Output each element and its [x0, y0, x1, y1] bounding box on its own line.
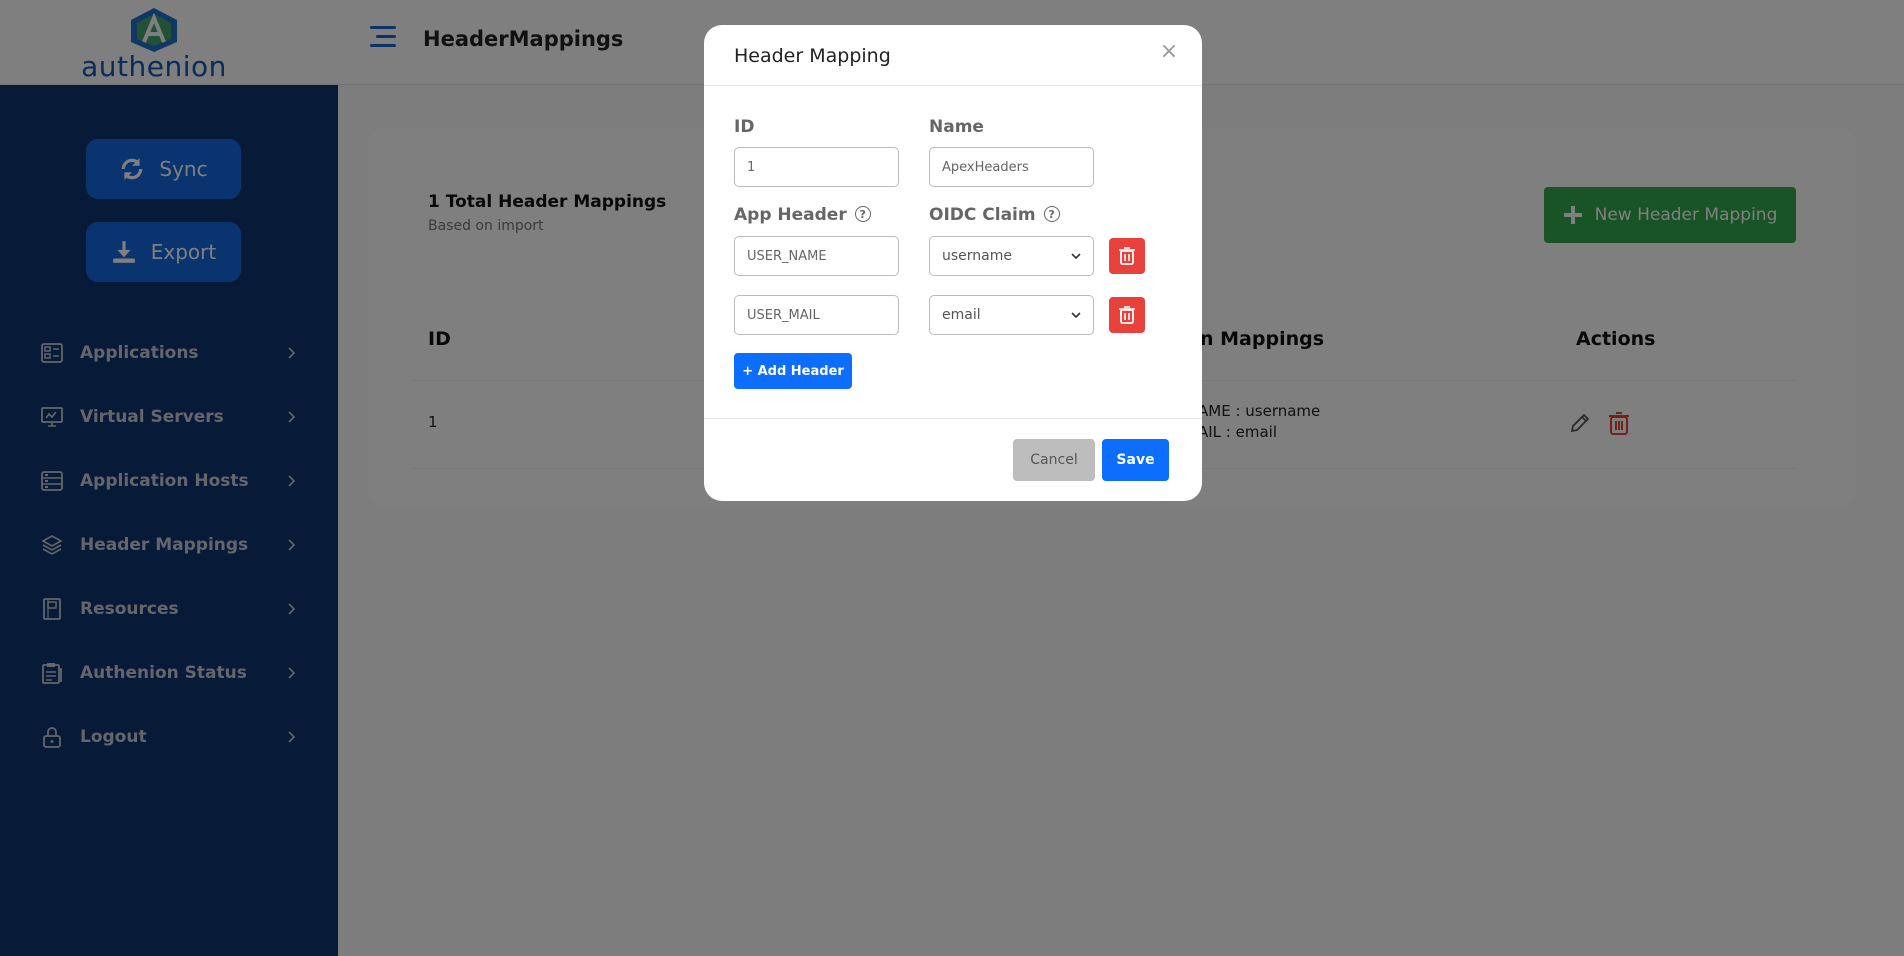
cancel-button[interactable]: Cancel: [1013, 439, 1095, 481]
modal-divider: [704, 418, 1202, 419]
oidc-claim-select[interactable]: email: [929, 295, 1094, 335]
oidc-claim-label: OIDC Claim?: [929, 205, 1060, 225]
add-header-button[interactable]: + Add Header: [734, 353, 852, 389]
oidc-claim-label-text: OIDC Claim: [929, 205, 1036, 225]
app-header-field[interactable]: [734, 295, 899, 335]
id-label: ID: [734, 117, 755, 137]
help-icon[interactable]: ?: [1043, 206, 1060, 222]
app-header-field[interactable]: [734, 236, 899, 276]
id-field[interactable]: [734, 147, 899, 187]
oidc-claim-selected: username: [942, 248, 1012, 264]
app-header-label: App Header?: [734, 205, 871, 225]
save-button[interactable]: Save: [1102, 439, 1169, 481]
header-mapping-modal: Header Mapping × ID Name App Header? OID…: [704, 25, 1202, 501]
help-icon[interactable]: ?: [854, 206, 871, 222]
name-label: Name: [929, 117, 984, 137]
modal-divider: [704, 85, 1202, 86]
chevron-down-icon: [1071, 312, 1081, 319]
modal-title: Header Mapping: [734, 45, 891, 67]
trash-icon: [1119, 247, 1135, 265]
oidc-claim-select[interactable]: username: [929, 236, 1094, 276]
delete-mapping-button[interactable]: [1109, 238, 1145, 274]
close-icon[interactable]: ×: [1157, 40, 1181, 64]
app-header-label-text: App Header: [734, 205, 847, 225]
oidc-claim-selected: email: [942, 307, 981, 323]
delete-mapping-button[interactable]: [1109, 297, 1145, 333]
trash-icon: [1119, 306, 1135, 324]
chevron-down-icon: [1071, 253, 1081, 260]
name-field[interactable]: [929, 147, 1094, 187]
